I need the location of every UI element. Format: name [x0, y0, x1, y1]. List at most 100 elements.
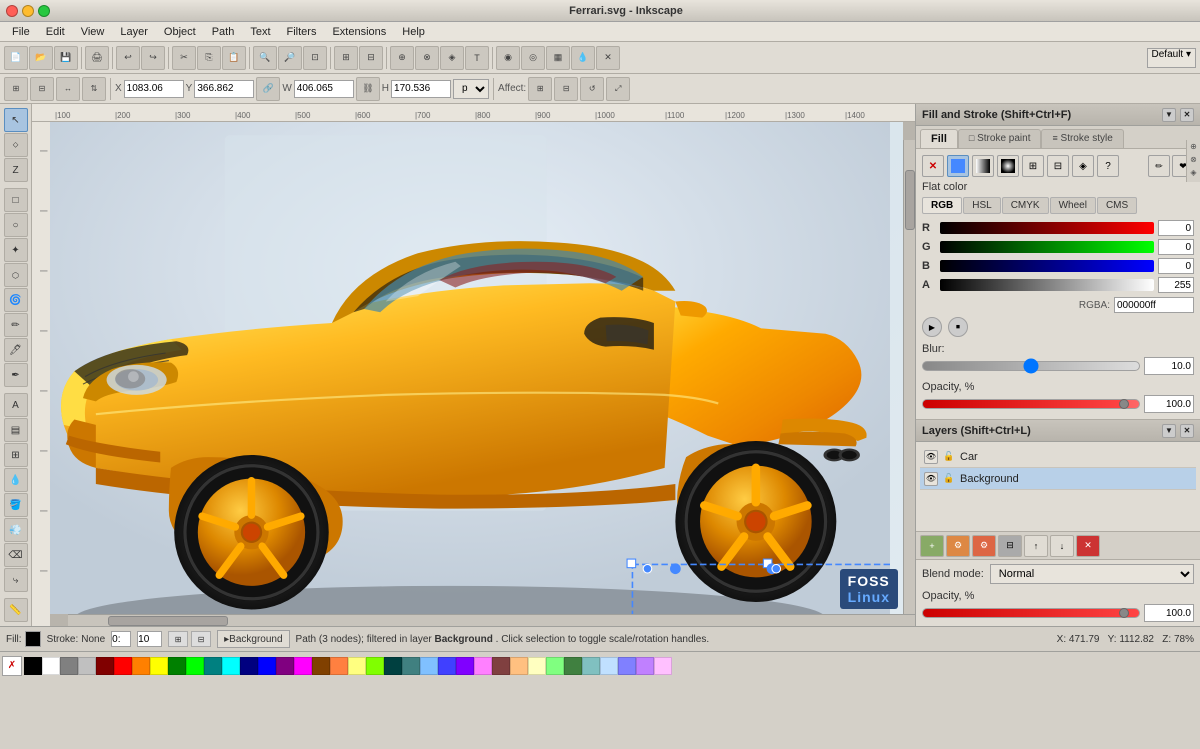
w-input[interactable]: 406.065	[294, 80, 354, 98]
dropper-tool[interactable]: 💧	[4, 468, 28, 492]
open-icon[interactable]: 📂	[29, 46, 53, 70]
palette-color-swatch[interactable]	[186, 657, 204, 675]
pen-tool[interactable]: 🖊	[4, 338, 28, 362]
undo-icon[interactable]: ↩	[116, 46, 140, 70]
palette-color-swatch[interactable]	[366, 657, 384, 675]
palette-color-swatch[interactable]	[312, 657, 330, 675]
save-icon[interactable]: 💾	[54, 46, 78, 70]
palette-color-swatch[interactable]	[438, 657, 456, 675]
scrollbar-vertical[interactable]	[903, 140, 915, 614]
rect-tool[interactable]: □	[4, 188, 28, 212]
close-tb-icon[interactable]: ✕	[596, 46, 620, 70]
palette-color-swatch[interactable]	[24, 657, 42, 675]
tab-stroke-paint[interactable]: □ Stroke paint	[958, 129, 1042, 148]
star-tool[interactable]: ✦	[4, 238, 28, 262]
scroll-thumb-h[interactable]	[108, 616, 228, 626]
snap-btn-1[interactable]: ⊕	[1188, 142, 1200, 154]
paste-icon[interactable]: 📋	[222, 46, 246, 70]
zoom-fit-icon[interactable]: ⊡	[303, 46, 327, 70]
no-paint-btn[interactable]: ✕	[922, 155, 944, 177]
palette-color-swatch[interactable]	[456, 657, 474, 675]
scroll-thumb-v[interactable]	[905, 170, 915, 230]
menu-help[interactable]: Help	[394, 24, 433, 40]
callig-tool[interactable]: ✒	[4, 363, 28, 387]
close-button[interactable]	[6, 5, 18, 17]
layer-up-btn[interactable]: ↑	[1024, 535, 1048, 557]
palette-color-swatch[interactable]	[78, 657, 96, 675]
affect-rot-icon[interactable]: ↺	[580, 77, 604, 101]
add-layer-btn[interactable]: +	[920, 535, 944, 557]
palette-color-swatch[interactable]	[276, 657, 294, 675]
spiral-tool[interactable]: 🌀	[4, 288, 28, 312]
palette-color-swatch[interactable]	[618, 657, 636, 675]
palette-color-swatch[interactable]	[510, 657, 528, 675]
size-value-input[interactable]	[137, 631, 162, 647]
layer-down-btn[interactable]: ↓	[1050, 535, 1074, 557]
arrange-icon[interactable]: ⇅	[82, 77, 106, 101]
g-input[interactable]	[1158, 239, 1194, 255]
mesh-tool[interactable]: ⊞	[4, 443, 28, 467]
spray-tool[interactable]: 💨	[4, 518, 28, 542]
zoom-out-icon[interactable]: 🔎	[278, 46, 302, 70]
palette-none-btn[interactable]: ✗	[2, 656, 22, 676]
minimize-button[interactable]	[22, 5, 34, 17]
link-icon[interactable]: ⛓	[356, 77, 380, 101]
palette-color-swatch[interactable]	[114, 657, 132, 675]
palette-color-swatch[interactable]	[330, 657, 348, 675]
status-btn-1[interactable]: ⊞	[168, 631, 188, 647]
palette-color-swatch[interactable]	[384, 657, 402, 675]
node-tool[interactable]: ⬦	[4, 133, 28, 157]
select-all-icon[interactable]: ⊞	[4, 77, 28, 101]
palette-color-swatch[interactable]	[564, 657, 582, 675]
scrollbar-horizontal[interactable]	[68, 614, 915, 626]
gradient-tool[interactable]: ▤	[4, 418, 28, 442]
palette-color-swatch[interactable]	[60, 657, 78, 675]
layer-action1-btn[interactable]: ⚙	[946, 535, 970, 557]
ungroup-icon[interactable]: ⊟	[359, 46, 383, 70]
select-tool[interactable]: ↖	[4, 108, 28, 132]
r-input[interactable]	[1158, 220, 1194, 236]
h-input[interactable]: 170.536	[391, 80, 451, 98]
pattern-btn[interactable]: ⊟	[1047, 155, 1069, 177]
prev-stop-btn[interactable]: ⏹	[948, 317, 968, 337]
snap-icon[interactable]: ⊕	[390, 46, 414, 70]
cut-icon[interactable]: ✂	[172, 46, 196, 70]
paint-bucket-tool[interactable]: 🪣	[4, 493, 28, 517]
fill-edit-btn[interactable]: ✏	[1148, 155, 1170, 177]
menu-text[interactable]: Text	[242, 24, 278, 40]
x-input[interactable]: 1083.06	[124, 80, 184, 98]
y-input[interactable]: 366.862	[194, 80, 254, 98]
pencil-tool[interactable]: ✏	[4, 313, 28, 337]
menu-object[interactable]: Object	[156, 24, 204, 40]
a-input[interactable]	[1158, 277, 1194, 293]
canvas-content[interactable]: FOSSLinux	[50, 122, 915, 626]
copy-icon[interactable]: ⎘	[197, 46, 221, 70]
palette-color-swatch[interactable]	[636, 657, 654, 675]
palette-color-swatch[interactable]	[96, 657, 114, 675]
menu-view[interactable]: View	[73, 24, 113, 40]
palette-color-swatch[interactable]	[546, 657, 564, 675]
panel-close-btn[interactable]: ✕	[1180, 108, 1194, 122]
mesh-grad-btn[interactable]: ⊞	[1022, 155, 1044, 177]
affect-skew-icon[interactable]: ⤢	[606, 77, 630, 101]
menu-layer[interactable]: Layer	[112, 24, 156, 40]
panel-collapse-btn[interactable]: ▼	[1162, 108, 1176, 122]
tab-fill[interactable]: Fill	[920, 129, 958, 148]
affect-size-icon[interactable]: ⊟	[554, 77, 578, 101]
palette-color-swatch[interactable]	[474, 657, 492, 675]
status-btn-2[interactable]: ⊟	[191, 631, 211, 647]
nodes-icon[interactable]: ◈	[440, 46, 464, 70]
palette-color-swatch[interactable]	[222, 657, 240, 675]
palette-color-swatch[interactable]	[132, 657, 150, 675]
affect-pos-icon[interactable]: ⊞	[528, 77, 552, 101]
palette-color-swatch[interactable]	[204, 657, 222, 675]
layer-action2-btn[interactable]: ⚙	[972, 535, 996, 557]
menu-extensions[interactable]: Extensions	[324, 24, 394, 40]
tab-hsl[interactable]: HSL	[963, 197, 1000, 214]
zoom-in-icon[interactable]: 🔍	[253, 46, 277, 70]
tab-cms[interactable]: CMS	[1097, 197, 1137, 214]
layer-row-background[interactable]: 👁 🔓 Background	[920, 468, 1196, 490]
palette-color-swatch[interactable]	[348, 657, 366, 675]
snap2-icon[interactable]: ⊗	[415, 46, 439, 70]
palette-color-swatch[interactable]	[258, 657, 276, 675]
